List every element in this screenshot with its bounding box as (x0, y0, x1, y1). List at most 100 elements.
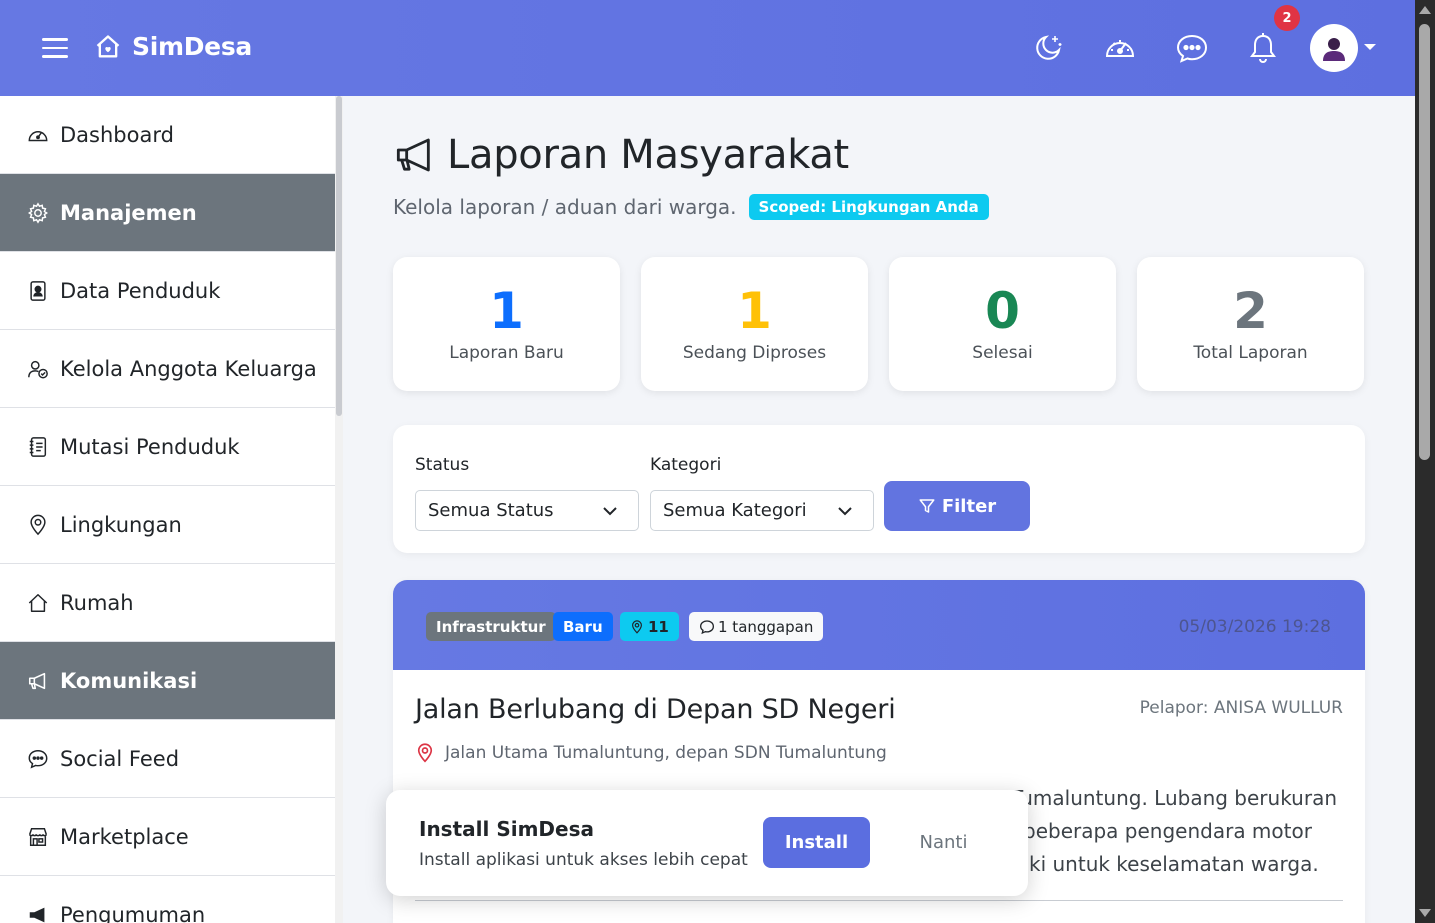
sidebar-item-label: Mutasi Penduduk (60, 434, 240, 459)
chat-icon (699, 619, 715, 634)
chevron-down-icon[interactable] (1364, 44, 1376, 50)
geo-pin-icon (417, 743, 433, 763)
reporter: Pelapor: ANISA WULLUR (1139, 698, 1343, 718)
filter-button[interactable]: Filter (884, 481, 1030, 531)
moon-stars-icon[interactable] (1030, 30, 1066, 66)
divider (415, 900, 1343, 901)
sidebar-item-label: Rumah (60, 590, 134, 615)
sidebar-item-kelola-anggota-keluarga[interactable]: Kelola Anggota Keluarga (0, 330, 335, 408)
install-prompt-title: Install SimDesa (419, 817, 594, 841)
geo-pin-icon (26, 513, 50, 537)
sidebar: Dashboard Manajemen Data Penduduk Kelola… (0, 96, 343, 923)
journal-text-icon (26, 435, 50, 459)
sidebar-item-label: Social Feed (60, 746, 180, 771)
sidebar-item-data-penduduk[interactable]: Data Penduduk (0, 252, 335, 330)
status-select[interactable]: Semua Status (415, 490, 639, 531)
later-button[interactable]: Nanti (896, 817, 991, 868)
brand-name: SimDesa (132, 32, 252, 61)
sidebar-item-mutasi-penduduk[interactable]: Mutasi Penduduk (0, 408, 335, 486)
install-prompt: Install SimDesa Install aplikasi untuk a… (386, 790, 1028, 896)
report-card-header: Infrastruktur Baru 11 1 tanggapan 05/03/… (393, 580, 1365, 670)
hamburger-menu-icon[interactable] (42, 38, 68, 60)
stat-value: 1 (737, 282, 772, 340)
person-check-icon (26, 357, 50, 381)
sidebar-item-marketplace[interactable]: Marketplace (0, 798, 335, 876)
sidebar-item-pengumuman[interactable]: Pengumuman (0, 876, 335, 923)
notification-badge: 2 (1274, 5, 1300, 31)
filter-card: Status Semua Status Kategori Semua Kateg… (393, 425, 1365, 553)
report-title[interactable]: Jalan Berlubang di Depan SD Negeri (415, 694, 896, 725)
report-location: Jalan Utama Tumaluntung, depan SDN Tumal… (415, 742, 887, 764)
stat-card-diproses: 1 Sedang Diproses (641, 257, 868, 391)
speedometer-icon[interactable] (1102, 30, 1138, 66)
sidebar-section-label: Komunikasi (60, 668, 198, 693)
category-badge: Infrastruktur (426, 612, 556, 641)
status-select-value: Semua Status (428, 500, 554, 521)
speedometer-icon (26, 123, 50, 147)
sidebar-item-label: Pengumuman (60, 902, 206, 923)
sidebar-section-manajemen[interactable]: Manajemen (0, 174, 335, 252)
sidebar-item-label: Marketplace (60, 824, 189, 849)
status-label: Status (415, 455, 470, 475)
chevron-down-icon (838, 507, 852, 516)
gear-icon (26, 201, 50, 225)
sidebar-item-label: Lingkungan (60, 512, 182, 537)
location-text: Jalan Utama Tumaluntung, depan SDN Tumal… (445, 743, 887, 763)
megaphone-icon (396, 138, 430, 172)
top-navbar: SimDesa 2 (0, 0, 1415, 96)
responses-badge: 1 tanggapan (689, 612, 824, 641)
report-date: 05/03/2026 19:28 (1178, 617, 1331, 637)
sidebar-item-label: Dashboard (60, 122, 174, 147)
filter-button-label: Filter (941, 495, 997, 517)
shop-icon (26, 825, 50, 849)
stat-label: Laporan Baru (449, 343, 564, 363)
status-badge: Baru (553, 612, 613, 641)
bell-icon[interactable] (1245, 30, 1281, 66)
megaphone-icon (26, 669, 50, 693)
stat-card-selesai: 0 Selesai (889, 257, 1116, 391)
geo-pin-icon (632, 619, 642, 634)
sidebar-scrollbar-thumb[interactable] (336, 96, 342, 416)
sidebar-item-lingkungan[interactable]: Lingkungan (0, 486, 335, 564)
scroll-up-arrow-icon[interactable] (1419, 6, 1431, 14)
kategori-select[interactable]: Semua Kategori (650, 490, 874, 531)
stat-label: Selesai (972, 343, 1033, 363)
sidebar-item-social-feed[interactable]: Social Feed (0, 720, 335, 798)
responses-count: 1 tanggapan (718, 617, 814, 636)
sidebar-section-label: Manajemen (60, 200, 197, 225)
brand-logo[interactable]: SimDesa (94, 32, 252, 61)
location-badge: 11 (620, 612, 679, 641)
window-scrollbar-thumb[interactable] (1419, 24, 1430, 460)
stat-value: 2 (1233, 282, 1268, 340)
sidebar-item-rumah[interactable]: Rumah (0, 564, 335, 642)
house-heart-icon (96, 34, 120, 57)
chat-dots-icon (26, 747, 50, 771)
kategori-label: Kategori (650, 455, 722, 475)
install-prompt-subtitle: Install aplikasi untuk akses lebih cepat (419, 850, 748, 870)
kategori-select-value: Semua Kategori (663, 500, 807, 521)
funnel-icon (919, 499, 935, 513)
megaphone-fill-icon (26, 903, 50, 923)
stat-card-total: 2 Total Laporan (1137, 257, 1364, 391)
location-count: 11 (648, 617, 669, 636)
stat-label: Sedang Diproses (682, 343, 827, 363)
scope-badge: Scoped: Lingkungan Anda (748, 194, 989, 220)
stat-label: Total Laporan (1193, 343, 1308, 363)
stat-value: 0 (985, 282, 1020, 340)
chevron-down-icon (603, 507, 617, 516)
sidebar-item-label: Kelola Anggota Keluarga (60, 356, 317, 381)
page-subtitle: Kelola laporan / aduan dari warga. Scope… (393, 194, 989, 220)
chat-dots-icon[interactable] (1174, 30, 1210, 66)
sidebar-item-label: Data Penduduk (60, 278, 221, 303)
sidebar-section-komunikasi[interactable]: Komunikasi (0, 642, 335, 720)
page-heading: Laporan Masyarakat (447, 132, 849, 178)
install-button[interactable]: Install (763, 817, 870, 868)
sidebar-item-dashboard[interactable]: Dashboard (0, 96, 335, 174)
user-avatar[interactable] (1310, 24, 1358, 72)
user-avatar-icon (1323, 38, 1345, 61)
scroll-down-arrow-icon[interactable] (1419, 909, 1431, 917)
subtitle-text: Kelola laporan / aduan dari warga. (393, 195, 737, 219)
stat-card-baru: 1 Laporan Baru (393, 257, 620, 391)
house-icon (26, 591, 50, 615)
stat-value: 1 (489, 282, 524, 340)
